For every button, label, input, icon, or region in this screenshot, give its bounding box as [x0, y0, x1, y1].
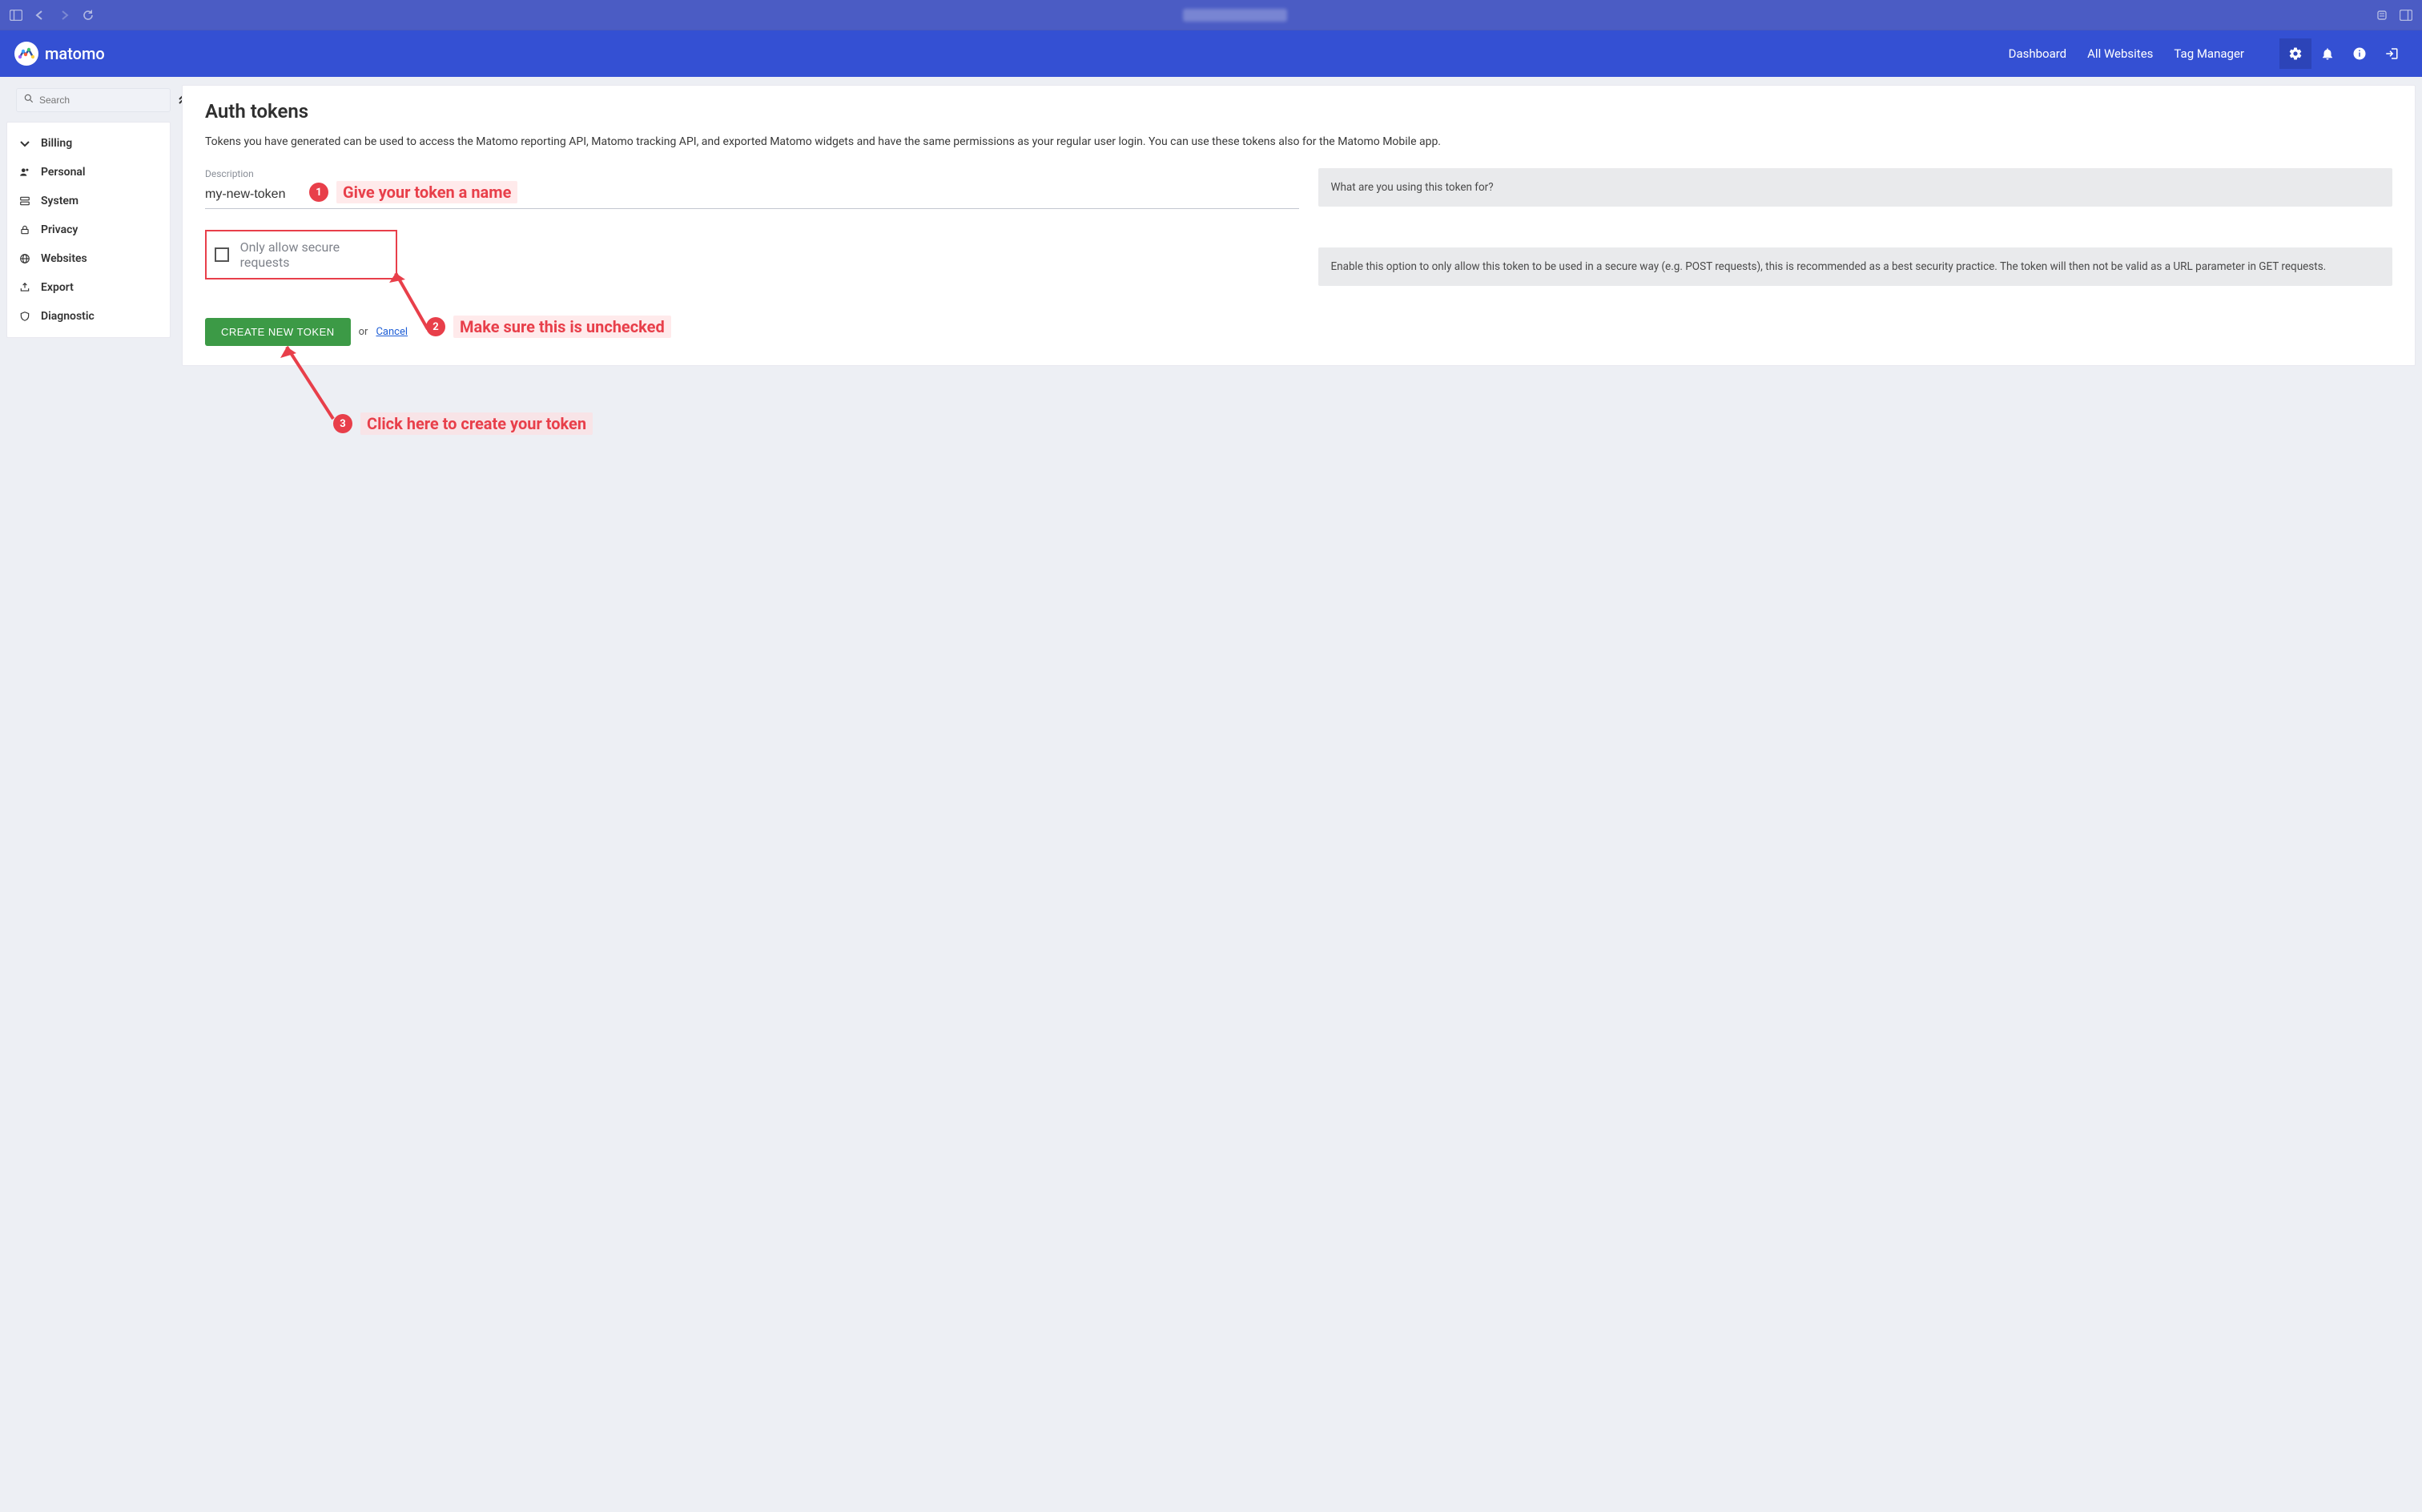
search-icon: [23, 93, 34, 107]
address-bar-blurred: [1183, 9, 1287, 22]
sidebar-item-billing[interactable]: Billing: [7, 129, 170, 158]
search-input[interactable]: [39, 94, 163, 106]
system-icon: [18, 195, 31, 207]
brand-name: matomo: [45, 44, 105, 63]
secure-only-checkbox-row[interactable]: Only allow secure requests: [205, 230, 397, 279]
app-header: matomo Dashboard All Websites Tag Manage…: [0, 30, 2422, 77]
sidebar-item-label: Privacy: [41, 223, 78, 236]
sidebar-item-diagnostic[interactable]: Diagnostic: [7, 302, 170, 331]
back-icon[interactable]: [34, 9, 46, 22]
brand-logo[interactable]: matomo: [14, 42, 105, 66]
secure-only-help: Enable this option to only allow this to…: [1318, 247, 2393, 286]
page-intro: Tokens you have generated can be used to…: [205, 134, 2392, 151]
logout-icon[interactable]: [2376, 38, 2408, 69]
browser-toolbar: [0, 0, 2422, 30]
create-token-button[interactable]: CREATE NEW TOKEN: [205, 318, 351, 346]
page-title: Auth tokens: [205, 100, 2392, 123]
sidebar-item-label: Personal: [41, 166, 86, 179]
nav-dashboard[interactable]: Dashboard: [2009, 46, 2067, 61]
description-label: Description: [205, 168, 1299, 179]
checkbox-icon[interactable]: [215, 247, 229, 262]
panel-toggle-icon[interactable]: [10, 9, 22, 22]
settings-gear-icon[interactable]: [2279, 38, 2311, 69]
shield-icon: [18, 310, 31, 323]
sidebar-item-label: Websites: [41, 252, 87, 265]
share-icon[interactable]: [2376, 9, 2388, 22]
sidebar-item-label: System: [41, 195, 78, 207]
export-icon: [18, 281, 31, 294]
annotation-badge-3: 3: [333, 414, 352, 433]
tabs-icon[interactable]: [2400, 9, 2412, 22]
notifications-bell-icon[interactable]: [2311, 38, 2344, 69]
nav-tag-manager[interactable]: Tag Manager: [2174, 46, 2244, 61]
main-nav: Dashboard All Websites Tag Manager: [2009, 38, 2408, 69]
nav-all-websites[interactable]: All Websites: [2087, 46, 2153, 61]
sidebar-item-websites[interactable]: Websites: [7, 244, 170, 273]
annotation-text-3: Click here to create your token: [360, 412, 593, 435]
sidebar-item-privacy[interactable]: Privacy: [7, 215, 170, 244]
description-input[interactable]: [205, 184, 1299, 209]
sidebar-item-export[interactable]: Export: [7, 273, 170, 302]
main-panel: Auth tokens Tokens you have generated ca…: [182, 85, 2416, 366]
person-icon: [18, 166, 31, 179]
sidebar-item-personal[interactable]: Personal: [7, 158, 170, 187]
reload-icon[interactable]: [82, 9, 95, 22]
cancel-link[interactable]: Cancel: [376, 326, 408, 338]
description-help: What are you using this token for?: [1318, 168, 2393, 207]
or-text: or: [359, 326, 368, 338]
sidebar-item-label: Diagnostic: [41, 310, 95, 323]
info-icon[interactable]: [2344, 38, 2376, 69]
secure-only-label: Only allow secure requests: [240, 239, 388, 270]
chevron-down-icon: [18, 137, 31, 150]
globe-icon: [18, 252, 31, 265]
sidebar: Billing Personal System Privacy: [6, 122, 171, 338]
logo-mark-icon: [14, 42, 38, 66]
forward-icon: [58, 9, 70, 22]
sidebar-item-system[interactable]: System: [7, 187, 170, 215]
search-box[interactable]: [16, 88, 171, 112]
sidebar-item-label: Billing: [41, 137, 72, 150]
sidebar-item-label: Export: [41, 281, 74, 294]
lock-icon: [18, 223, 31, 236]
